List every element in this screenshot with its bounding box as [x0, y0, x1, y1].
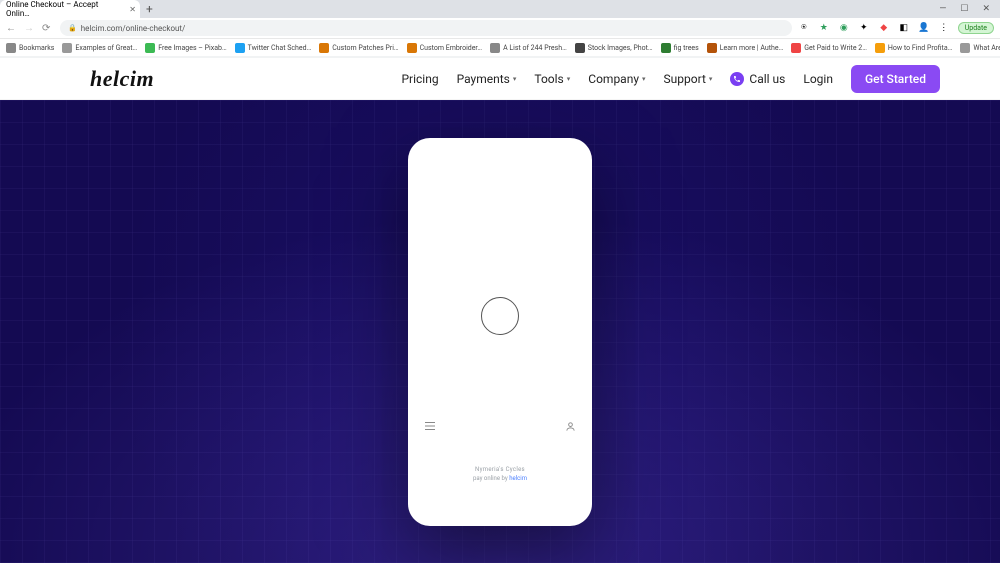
chevron-down-icon: ▾: [513, 75, 517, 83]
close-window-icon[interactable]: ✕: [982, 4, 990, 14]
hero-section: Nymeria's Cycles pay online by helcim: [0, 100, 1000, 563]
bookmark-label: Custom Embroider…: [420, 44, 482, 52]
forward-arrow-icon[interactable]: →: [24, 23, 36, 34]
bookmark-item[interactable]: Custom Patches Pri…: [319, 43, 398, 53]
bookmark-favicon: [575, 43, 585, 53]
url-text: helcim.com/online-checkout/: [81, 24, 186, 33]
phone-avatar-wrap: [422, 297, 578, 355]
window-controls: — ☐ ✕: [939, 4, 1000, 14]
bookmark-item[interactable]: Learn more | Authe…: [707, 43, 784, 53]
bookmarks-bar: Bookmarks Examples of Great… Free Images –…: [0, 38, 1000, 56]
nav-company[interactable]: Company▾: [588, 72, 645, 86]
bookmark-item[interactable]: Examples of Great…: [62, 43, 137, 53]
bookmark-label: Examples of Great…: [75, 44, 137, 52]
hamburger-icon[interactable]: [424, 421, 436, 431]
phone-icon-row: [422, 421, 578, 432]
bookmark-favicon: [661, 43, 671, 53]
bookmark-favicon: [960, 43, 970, 53]
bookmark-item[interactable]: fig trees: [661, 43, 699, 53]
helcim-link[interactable]: helcim: [509, 475, 527, 482]
tab-bar: Online Checkout – Accept Onlin… ✕ + — ☐ …: [0, 0, 1000, 18]
bookmark-label: Twitter Chat Sched…: [248, 44, 312, 52]
phone-icon: [730, 72, 744, 86]
url-field[interactable]: 🔒 helcim.com/online-checkout/: [60, 20, 792, 36]
bookmark-item[interactable]: What Are UTM Cod…: [960, 43, 1000, 53]
avatar-circle-icon: [481, 297, 519, 335]
bookmark-favicon: [145, 43, 155, 53]
tab-title: Online Checkout – Accept Onlin…: [6, 0, 122, 18]
back-arrow-icon[interactable]: ←: [6, 23, 18, 34]
bookmark-item[interactable]: Get Paid to Write 2…: [791, 43, 867, 53]
share-icon[interactable]: ⍟: [798, 22, 810, 34]
bookmark-item[interactable]: Custom Embroider…: [407, 43, 482, 53]
bookmark-favicon: [62, 43, 72, 53]
bookmark-label: Stock Images, Phot…: [588, 44, 653, 52]
profile-icon[interactable]: 👤: [918, 22, 930, 34]
extension-icons: ⍟ ★ ◉ ✦ ◆ ◧ 👤 ⋮ Update: [798, 22, 994, 34]
chevron-down-icon: ▾: [567, 75, 571, 83]
bookmark-label: fig trees: [674, 44, 699, 52]
bookmark-item[interactable]: A List of 244 Presh…: [490, 43, 567, 53]
phone-top-area: [422, 152, 578, 297]
puzzle-icon[interactable]: ✦: [858, 22, 870, 34]
call-us[interactable]: Call us: [730, 72, 785, 86]
address-bar: ← → ⟳ 🔒 helcim.com/online-checkout/ ⍟ ★ …: [0, 18, 1000, 38]
bookmark-favicon: [407, 43, 417, 53]
powered-by: pay online by helcim: [422, 475, 578, 482]
chevron-down-icon: ▾: [642, 75, 646, 83]
nav-support[interactable]: Support▾: [664, 72, 713, 86]
ext-icon-2[interactable]: ◆: [878, 22, 890, 34]
bookmark-label: What Are UTM Cod…: [973, 44, 1000, 52]
get-started-button[interactable]: Get Started: [851, 65, 940, 93]
bookmark-label: Get Paid to Write 2…: [804, 44, 867, 52]
minimize-icon[interactable]: —: [939, 4, 946, 14]
chevron-down-icon: ▾: [709, 75, 713, 83]
reload-icon[interactable]: ⟳: [42, 23, 54, 34]
bookmark-item[interactable]: Bookmarks: [6, 43, 54, 53]
bookmark-label: Bookmarks: [19, 44, 54, 52]
bookmark-item[interactable]: Free Images – Pixab…: [145, 43, 226, 53]
nav-links: Pricing Payments▾ Tools▾ Company▾ Suppor…: [401, 65, 940, 93]
star-icon[interactable]: ★: [818, 22, 830, 34]
bookmark-label: How to Find Profita…: [888, 44, 952, 52]
bookmark-favicon: [791, 43, 801, 53]
bookmark-label: Free Images – Pixab…: [158, 44, 226, 52]
bookmark-favicon: [707, 43, 717, 53]
bookmark-favicon: [235, 43, 245, 53]
merchant-name: Nymeria's Cycles: [422, 466, 578, 473]
phone-mockup: Nymeria's Cycles pay online by helcim: [408, 138, 592, 526]
update-button[interactable]: Update: [958, 22, 994, 34]
ext-icon-1[interactable]: ◉: [838, 22, 850, 34]
bookmark-favicon: [875, 43, 885, 53]
bookmark-label: A List of 244 Presh…: [503, 44, 567, 52]
bookmark-label: Learn more | Authe…: [720, 44, 784, 52]
logo[interactable]: helcim: [90, 66, 154, 92]
user-icon[interactable]: [565, 421, 576, 432]
bookmark-favicon: [6, 43, 16, 53]
maximize-icon[interactable]: ☐: [960, 4, 968, 14]
bookmark-item[interactable]: How to Find Profita…: [875, 43, 952, 53]
nav-payments[interactable]: Payments▾: [457, 72, 517, 86]
nav-pricing[interactable]: Pricing: [401, 72, 438, 86]
tab-close-icon[interactable]: ✕: [129, 5, 136, 14]
menu-dots-icon[interactable]: ⋮: [938, 22, 950, 34]
site-nav: helcim Pricing Payments▾ Tools▾ Company▾…: [0, 58, 1000, 100]
bookmark-item[interactable]: Twitter Chat Sched…: [235, 43, 312, 53]
call-us-label: Call us: [749, 72, 785, 86]
login-link[interactable]: Login: [803, 72, 833, 86]
bookmark-item[interactable]: Stock Images, Phot…: [575, 43, 653, 53]
new-tab-button[interactable]: +: [140, 2, 159, 16]
phone-meta: Nymeria's Cycles pay online by helcim: [422, 466, 578, 482]
browser-tab[interactable]: Online Checkout – Accept Onlin… ✕: [0, 0, 140, 18]
ext-icon-3[interactable]: ◧: [898, 22, 910, 34]
browser-chrome: Online Checkout – Accept Onlin… ✕ + — ☐ …: [0, 0, 1000, 58]
lock-icon: 🔒: [68, 24, 77, 32]
bookmark-favicon: [490, 43, 500, 53]
bookmark-label: Custom Patches Pri…: [332, 44, 398, 52]
bookmark-favicon: [319, 43, 329, 53]
nav-tools[interactable]: Tools▾: [534, 72, 570, 86]
